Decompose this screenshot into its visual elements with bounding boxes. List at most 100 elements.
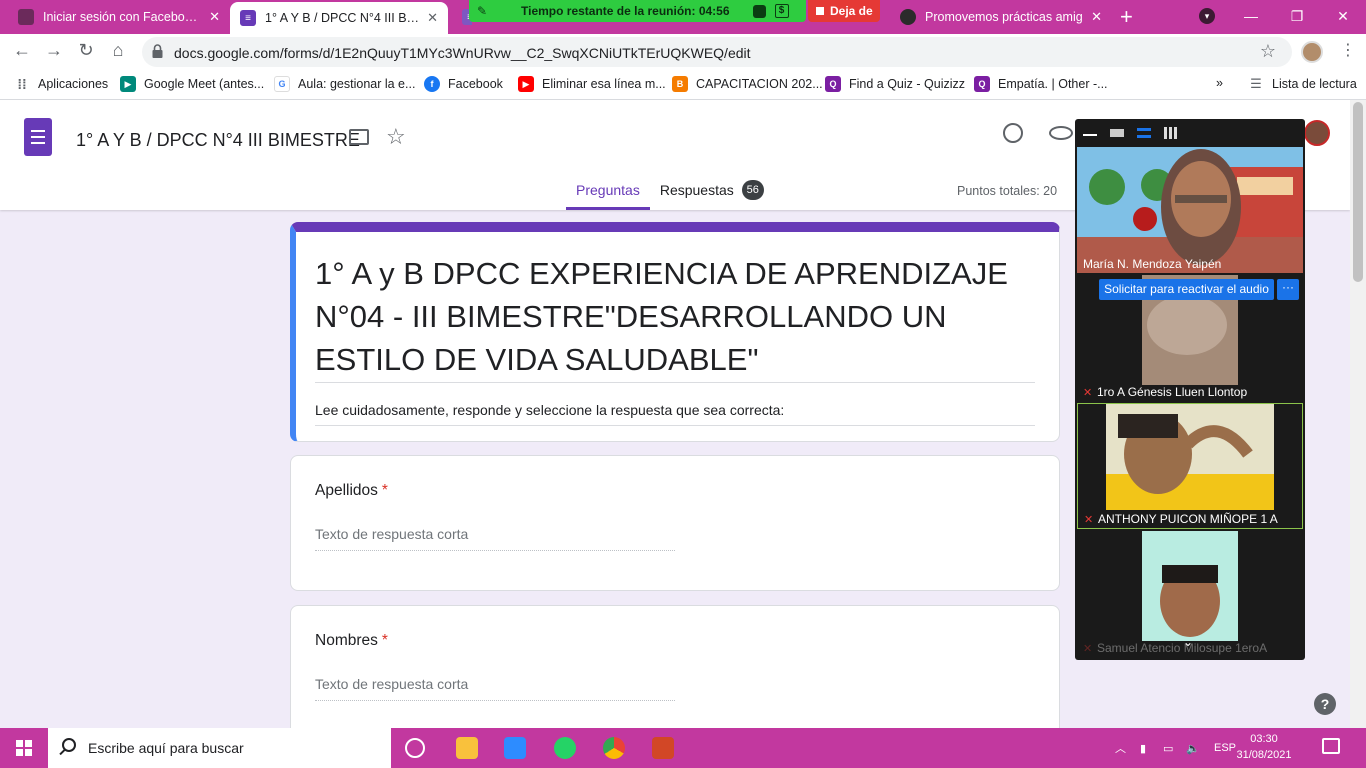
participant-tile[interactable]: ✕ Samuel Atencio Milosupe 1eroA ⌄ bbox=[1077, 531, 1303, 657]
minimize-icon[interactable]: — bbox=[1228, 0, 1274, 34]
dollar-icon[interactable]: $ bbox=[774, 4, 789, 18]
windows-start-icon[interactable] bbox=[0, 728, 48, 768]
reading-list[interactable]: ☰ Lista de lectura bbox=[1248, 76, 1357, 92]
profile-avatar[interactable] bbox=[1301, 41, 1323, 63]
powerpoint-icon[interactable] bbox=[652, 737, 674, 759]
whatsapp-icon[interactable] bbox=[554, 737, 576, 759]
bookmark-aula[interactable]: G Aula: gestionar la e... bbox=[274, 76, 415, 92]
browser-toolbar: ← → ↻ ⌂ docs.google.com/forms/d/1E2nQuuy… bbox=[0, 34, 1366, 70]
close-tab-icon[interactable]: ✕ bbox=[427, 10, 438, 26]
close-window-icon[interactable]: ✕ bbox=[1320, 0, 1366, 34]
participant-name: ✕ ANTHONY PUICON MIÑOPE 1 A bbox=[1084, 512, 1278, 526]
back-icon[interactable]: ← bbox=[10, 40, 34, 61]
close-tab-icon[interactable]: ✕ bbox=[1091, 9, 1102, 25]
lock-icon bbox=[152, 44, 163, 58]
restore-icon[interactable]: ❐ bbox=[1274, 0, 1320, 34]
taskbar-search[interactable]: Escribe aquí para buscar bbox=[48, 728, 391, 768]
bookmark-facebook[interactable]: f Facebook bbox=[424, 76, 503, 92]
minimize-panel-icon[interactable] bbox=[1083, 130, 1097, 136]
document-title[interactable]: 1° A Y B / DPCC N°4 III BIMESTRE bbox=[76, 130, 360, 151]
palette-icon[interactable] bbox=[1003, 123, 1023, 143]
form-description[interactable]: Lee cuidadosamente, responde y seleccion… bbox=[315, 402, 784, 418]
tab-preguntas[interactable]: Preguntas bbox=[566, 174, 650, 210]
chevron-down-icon[interactable]: ⌄ bbox=[1183, 635, 1193, 649]
browser-menu-icon[interactable]: ⋮ bbox=[1340, 40, 1356, 60]
tray-up-icon[interactable]: ︿ bbox=[1115, 728, 1126, 768]
participant-name: María N. Mendoza Yaipén bbox=[1083, 257, 1222, 271]
folder-icon[interactable] bbox=[349, 129, 369, 145]
google-forms-logo-icon[interactable] bbox=[24, 118, 52, 156]
question-card[interactable]: Apellidos * Texto de respuesta corta bbox=[290, 455, 1060, 591]
language-indicator[interactable]: ESP bbox=[1214, 728, 1236, 768]
mic-off-icon: ✕ bbox=[1083, 387, 1093, 399]
network-icon[interactable]: ▭ bbox=[1163, 728, 1173, 768]
bookmark-empatia[interactable]: Q Empatía. | Other -... bbox=[974, 76, 1108, 92]
total-points: Puntos totales: 20 bbox=[957, 184, 1058, 198]
question-label: Apellidos * bbox=[315, 482, 388, 499]
preview-eye-icon[interactable] bbox=[1049, 126, 1073, 140]
bookmark-quizizz[interactable]: Q Find a Quiz - Quizizz bbox=[825, 76, 965, 92]
more-options-button[interactable]: ··· bbox=[1277, 279, 1299, 300]
more-bookmarks-icon[interactable]: » bbox=[1216, 76, 1223, 90]
form-tabs: Preguntas Respuestas 56 bbox=[566, 174, 774, 210]
form-title[interactable]: 1° A y B DPCC EXPERIENCIA DE APRENDIZAJE… bbox=[315, 252, 1045, 381]
participant-tile[interactable]: ✕ ANTHONY PUICON MIÑOPE 1 A bbox=[1077, 403, 1303, 529]
divider bbox=[315, 425, 1035, 426]
responses-count-badge: 56 bbox=[741, 180, 764, 200]
meet-drag-icon[interactable]: ✎ bbox=[477, 4, 491, 18]
star-icon[interactable]: ☆ bbox=[386, 124, 406, 150]
tab-google-forms[interactable]: ≡ 1° A Y B / DPCC N°4 III BIMES ✕ bbox=[230, 2, 448, 34]
question-label: Nombres * bbox=[315, 632, 388, 649]
notifications-icon[interactable] bbox=[1322, 738, 1340, 754]
close-tab-icon[interactable]: ✕ bbox=[209, 9, 220, 25]
tab-facebook-login[interactable]: Iniciar sesión con Facebook - ✕ bbox=[8, 0, 230, 34]
system-clock[interactable]: 03:30 31/08/2021 bbox=[1236, 731, 1292, 763]
meet-timer-banner: ✎ Tiempo restante de la reunión: 04:56 $ bbox=[469, 0, 806, 22]
facebook-tab-icon bbox=[18, 9, 34, 25]
home-icon[interactable]: ⌂ bbox=[106, 40, 130, 61]
participant-tile[interactable]: María N. Mendoza Yaipén bbox=[1077, 147, 1303, 273]
cortana-icon[interactable] bbox=[405, 738, 425, 758]
participant-video bbox=[1077, 147, 1303, 273]
quizizz-icon: Q bbox=[974, 76, 990, 92]
reload-icon[interactable]: ↻ bbox=[74, 40, 98, 61]
scrollbar-thumb[interactable] bbox=[1353, 102, 1363, 282]
zoom-icon[interactable] bbox=[504, 737, 526, 759]
new-tab-button[interactable]: + bbox=[1120, 4, 1133, 30]
bookmark-capacitacion[interactable]: B CAPACITACION 202... bbox=[672, 76, 823, 92]
leave-meeting-button[interactable]: Deja de bbox=[808, 0, 880, 22]
bookmark-meet[interactable]: ▶ Google Meet (antes... bbox=[120, 76, 264, 92]
bookmark-youtube[interactable]: ▶ Eliminar esa línea m... bbox=[518, 76, 666, 92]
bookmark-apps[interactable]: ⁞⁞ Aplicaciones bbox=[14, 76, 108, 92]
short-answer-field[interactable]: Texto de respuesta corta bbox=[315, 526, 675, 551]
chrome-icon[interactable] bbox=[603, 737, 625, 759]
tab-respuestas[interactable]: Respuestas 56 bbox=[650, 174, 774, 210]
stop-icon bbox=[816, 7, 824, 15]
tab-promovemos[interactable]: Promovemos prácticas amig ✕ bbox=[890, 0, 1112, 34]
google-icon: G bbox=[274, 76, 290, 92]
bookmarks-bar: ⁞⁞ Aplicaciones ▶ Google Meet (antes... … bbox=[0, 70, 1366, 100]
help-icon[interactable]: ? bbox=[1314, 693, 1336, 715]
account-avatar[interactable] bbox=[1304, 120, 1330, 146]
required-asterisk: * bbox=[381, 482, 388, 499]
short-answer-field[interactable]: Texto de respuesta corta bbox=[315, 676, 675, 701]
bookmark-star-icon[interactable]: ☆ bbox=[1260, 41, 1276, 62]
question-card[interactable]: Nombres * Texto de respuesta corta bbox=[290, 605, 1060, 745]
forward-icon[interactable]: → bbox=[42, 40, 66, 61]
address-bar[interactable]: docs.google.com/forms/d/1E2nQuuyT1MYc3Wn… bbox=[142, 37, 1292, 67]
request-unmute-button[interactable]: Solicitar para reactivar el audio bbox=[1099, 279, 1274, 300]
blogger-icon: B bbox=[672, 76, 688, 92]
volume-icon[interactable]: 🔈 bbox=[1186, 728, 1200, 768]
tab-search-icon[interactable]: ▾ bbox=[1199, 8, 1215, 24]
page-scrollbar[interactable] bbox=[1350, 100, 1366, 728]
microphone-icon[interactable]: ▮ bbox=[1140, 728, 1146, 768]
grid-view-icon[interactable] bbox=[1164, 127, 1178, 139]
window-controls: — ❐ ✕ bbox=[1228, 0, 1366, 34]
speaker-view-icon[interactable] bbox=[1110, 129, 1124, 137]
strip-view-icon[interactable] bbox=[1137, 128, 1151, 138]
form-title-card[interactable]: 1° A y B DPCC EXPERIENCIA DE APRENDIZAJE… bbox=[290, 222, 1060, 442]
meet-participants-panel[interactable]: María N. Mendoza Yaipén ✕ 1ro A Génesis L… bbox=[1075, 119, 1305, 660]
mic-off-icon: ✕ bbox=[1084, 514, 1094, 526]
meet-icon: ▶ bbox=[120, 76, 136, 92]
file-explorer-icon[interactable] bbox=[456, 737, 478, 759]
